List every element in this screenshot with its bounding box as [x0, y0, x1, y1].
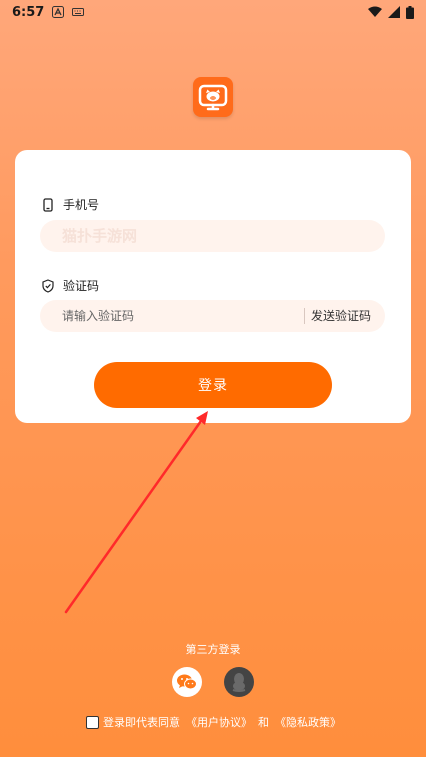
agreement-checkbox[interactable] [86, 715, 99, 729]
login-card: 手机号 验证码 发送验证码 登录 [15, 150, 411, 423]
agreement-and: 和 [258, 716, 269, 729]
signal-icon [388, 6, 400, 18]
wifi-icon [368, 6, 382, 17]
qq-penguin-icon [232, 673, 246, 692]
agreement-prefix: 登录即代表同意 [103, 716, 180, 729]
status-bar: 6:57 [0, 0, 426, 24]
accessibility-icon [52, 6, 65, 18]
agreement-row: 登录即代表同意 《用户协议》 和 《隐私政策》 [86, 714, 341, 730]
send-code-button[interactable]: 发送验证码 [311, 300, 371, 332]
privacy-policy-link[interactable]: 《隐私政策》 [275, 714, 341, 730]
login-button[interactable]: 登录 [94, 362, 332, 408]
shield-check-icon [42, 278, 54, 293]
battery-icon [406, 5, 414, 19]
phone-label: 手机号 [63, 198, 100, 212]
app-logo [193, 77, 233, 117]
code-label: 验证码 [63, 279, 100, 293]
status-time: 6:57 [12, 4, 45, 20]
code-field[interactable]: 发送验证码 [40, 300, 385, 332]
code-label-row: 验证码 [41, 277, 99, 294]
status-left: 6:57 [12, 4, 85, 20]
wechat-icon [177, 674, 197, 690]
phone-icon [43, 197, 53, 212]
status-right [368, 5, 414, 19]
wechat-login-button[interactable] [172, 667, 202, 697]
phone-label-row: 手机号 [41, 196, 99, 213]
qq-login-button[interactable] [224, 667, 254, 697]
user-agreement-link[interactable]: 《用户协议》 [186, 714, 252, 730]
keyboard-icon [72, 8, 85, 16]
phone-input[interactable] [60, 226, 385, 246]
pig-monitor-icon [198, 84, 228, 111]
third-party-label: 第三方登录 [185, 643, 241, 656]
phone-field[interactable] [40, 220, 385, 252]
code-divider [304, 308, 305, 324]
